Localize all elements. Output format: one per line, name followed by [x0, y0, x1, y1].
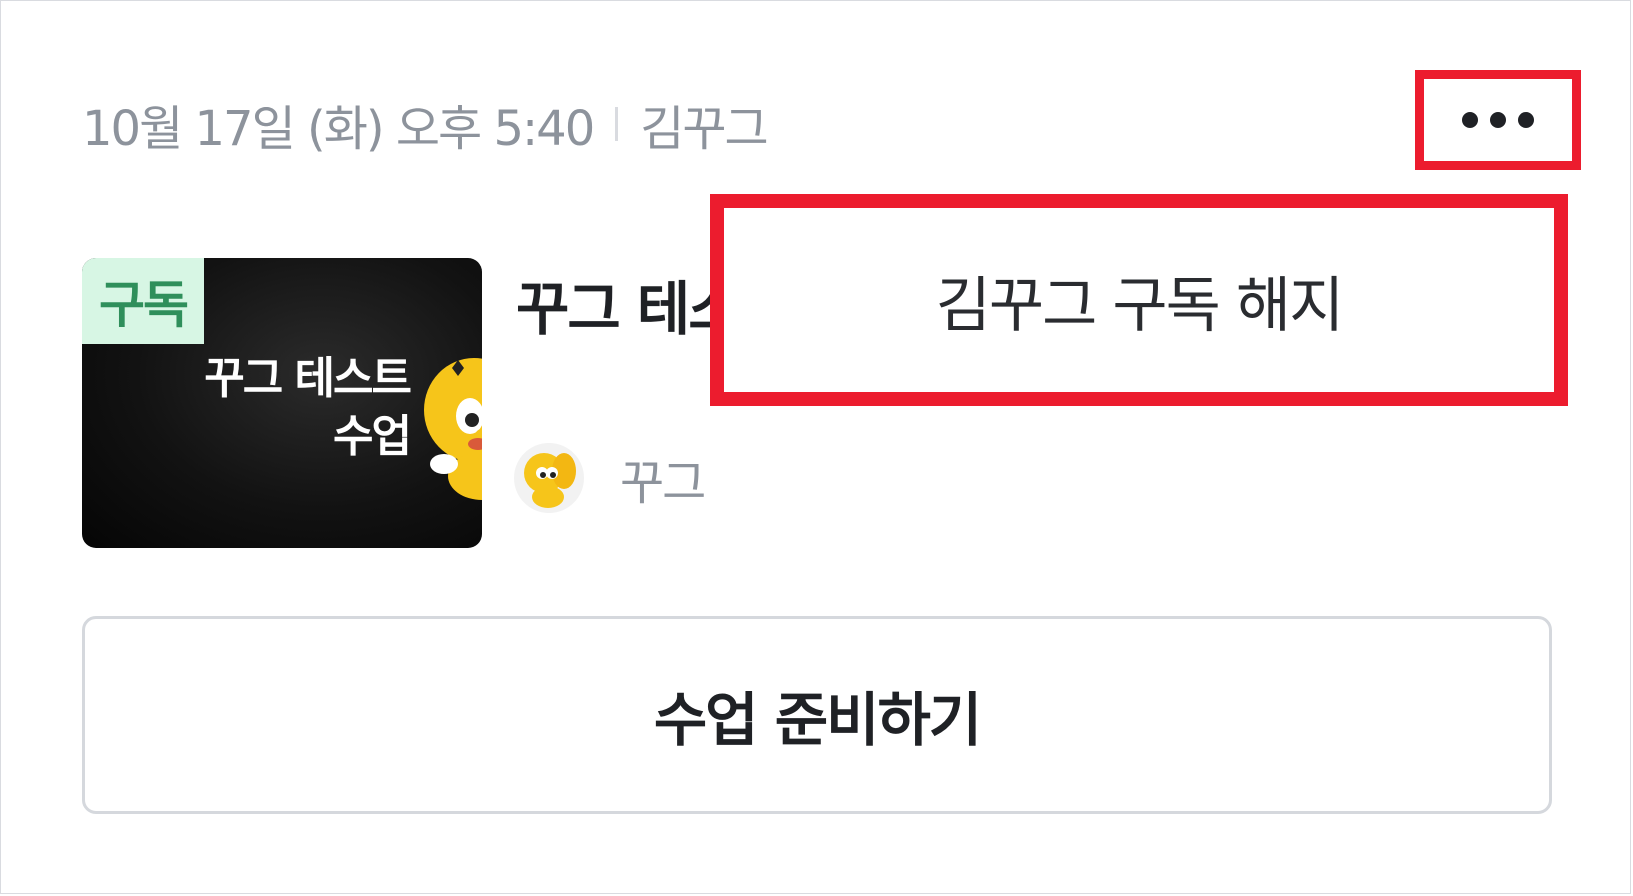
more-options-button[interactable]	[1430, 84, 1566, 156]
thumbnail-title-line1: 꾸그 테스트	[204, 353, 412, 404]
meta-row: 10월 17일 (화) 오후 5:40 김꾸그	[82, 92, 769, 157]
creator-name: 김꾸그	[640, 101, 768, 157]
elephant-mascot-icon	[424, 358, 482, 500]
more-horizontal-icon-dot	[1518, 112, 1534, 128]
thumbnail-title-line2: 수업	[333, 411, 412, 462]
meta-divider	[615, 107, 619, 141]
subscription-badge: 구독	[82, 258, 204, 344]
date-time: 10월 17일 (화) 오후 5:40	[82, 101, 595, 157]
more-horizontal-icon-dot	[1490, 112, 1506, 128]
options-popup-menu: 김꾸그 구독 해지	[710, 194, 1568, 406]
lesson-thumbnail[interactable]: 구독 꾸그 테스트 수업	[82, 258, 482, 548]
prepare-lesson-button[interactable]: 수업 준비하기	[82, 616, 1552, 814]
author-name: 꾸그	[620, 455, 706, 511]
elephant-avatar-icon	[524, 453, 576, 508]
author-row: 꾸그	[514, 440, 706, 516]
avatar	[514, 443, 584, 513]
thumbnail-title: 꾸그 테스트 수업	[110, 350, 412, 466]
unsubscribe-menu-item[interactable]: 김꾸그 구독 해지	[896, 247, 1383, 354]
more-horizontal-icon	[1462, 112, 1478, 128]
